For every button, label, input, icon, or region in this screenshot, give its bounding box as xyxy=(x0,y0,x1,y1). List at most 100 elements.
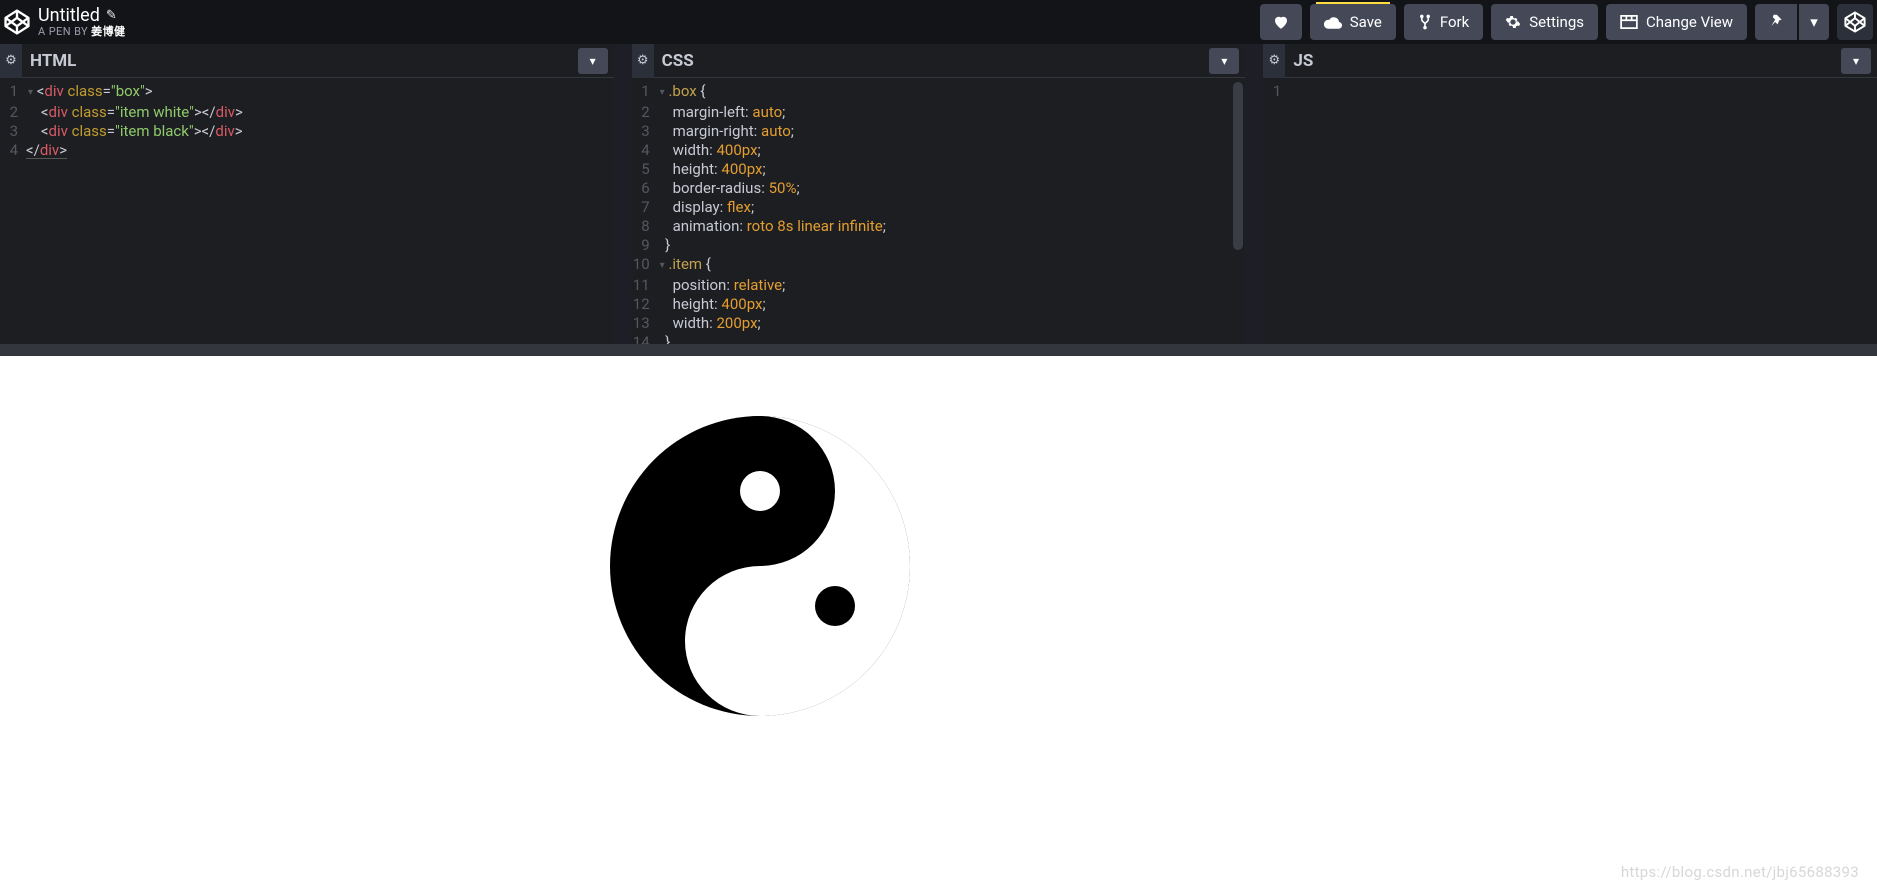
code-line[interactable]: 1 xyxy=(1263,82,1877,101)
edit-title-icon[interactable]: ✎ xyxy=(106,9,117,23)
code-line[interactable]: 8 animation: roto 8s linear infinite; xyxy=(632,217,1246,236)
line-number: 9 xyxy=(632,236,658,255)
change-view-button[interactable]: Change View xyxy=(1606,4,1747,40)
editor-row: ⚙ HTML ▾ 1▾ <div class="box">2 <div clas… xyxy=(0,44,1877,344)
code-line[interactable]: 1▾ .box { xyxy=(632,82,1246,103)
panel-html-settings[interactable]: ⚙ xyxy=(0,44,22,78)
scrollbar[interactable] xyxy=(1233,82,1243,340)
scrollbar-thumb[interactable] xyxy=(1233,82,1243,250)
codepen-logo-icon[interactable] xyxy=(0,5,34,39)
fork-label: Fork xyxy=(1440,13,1469,31)
line-number: 4 xyxy=(632,141,658,160)
code-line[interactable]: 4</div> xyxy=(0,141,614,160)
code-text[interactable]: position: relative; xyxy=(658,276,786,295)
code-text[interactable]: border-radius: 50%; xyxy=(658,179,800,198)
code-text[interactable]: <div class="item white"></div> xyxy=(26,103,243,122)
user-avatar[interactable] xyxy=(1837,4,1873,40)
pin-button[interactable] xyxy=(1755,4,1797,40)
line-number: 8 xyxy=(632,217,658,236)
code-text[interactable]: animation: roto 8s linear infinite; xyxy=(658,217,886,236)
line-number: 3 xyxy=(0,122,26,141)
pen-byline: A PEN BY 姜博健 xyxy=(38,26,125,38)
code-text[interactable]: ▾ <div class="box"> xyxy=(26,82,153,103)
panel-js-dropdown[interactable]: ▾ xyxy=(1841,48,1871,74)
topbar: Untitled ✎ A PEN BY 姜博健 Save Fork xyxy=(0,0,1877,44)
code-line[interactable]: 10▾ .item { xyxy=(632,255,1246,276)
code-line[interactable]: 4 width: 400px; xyxy=(632,141,1246,160)
gear-icon: ⚙ xyxy=(5,53,17,68)
line-number: 1 xyxy=(0,82,26,103)
chevron-down-icon: ▾ xyxy=(1853,54,1859,68)
code-editor-html[interactable]: 1▾ <div class="box">2 <div class="item w… xyxy=(0,78,614,344)
code-text[interactable]: ▾ .box { xyxy=(658,82,706,103)
code-line[interactable]: 2 margin-left: auto; xyxy=(632,103,1246,122)
save-label: Save xyxy=(1350,13,1382,31)
byline-prefix: A PEN BY xyxy=(38,25,91,38)
code-line[interactable]: 2 <div class="item white"></div> xyxy=(0,103,614,122)
line-number: 12 xyxy=(632,295,658,314)
line-number: 2 xyxy=(632,103,658,122)
panel-css-dropdown[interactable]: ▾ xyxy=(1209,48,1239,74)
author-name[interactable]: 姜博健 xyxy=(91,25,125,38)
panel-css: ⚙ CSS ▾ 1▾ .box {2 margin-left: auto;3 m… xyxy=(632,44,1246,344)
line-number: 14 xyxy=(632,333,658,344)
panel-css-settings[interactable]: ⚙ xyxy=(632,44,654,78)
code-line[interactable]: 14 } xyxy=(632,333,1246,344)
code-text[interactable]: height: 400px; xyxy=(658,160,766,179)
watermark: https://blog.csdn.net/jbj65688393 xyxy=(1621,863,1859,881)
code-line[interactable]: 7 display: flex; xyxy=(632,198,1246,217)
fork-icon xyxy=(1418,14,1432,30)
fork-button[interactable]: Fork xyxy=(1404,4,1483,40)
panel-js: ⚙ JS ▾ 1 xyxy=(1263,44,1877,344)
cloud-icon xyxy=(1324,15,1342,29)
chevron-down-icon: ▾ xyxy=(590,54,596,68)
panel-html-dropdown[interactable]: ▾ xyxy=(578,48,608,74)
code-line[interactable]: 11 position: relative; xyxy=(632,276,1246,295)
love-button[interactable] xyxy=(1260,4,1302,40)
code-text[interactable]: </div> xyxy=(26,141,67,160)
panel-js-title: JS xyxy=(1285,51,1841,71)
code-text[interactable]: margin-left: auto; xyxy=(658,103,786,122)
code-line[interactable]: 3 <div class="item black"></div> xyxy=(0,122,614,141)
panel-html: ⚙ HTML ▾ 1▾ <div class="box">2 <div clas… xyxy=(0,44,614,344)
panel-js-settings[interactable]: ⚙ xyxy=(1263,44,1285,78)
chevron-down-icon: ▾ xyxy=(1221,54,1227,68)
panel-js-header: ⚙ JS ▾ xyxy=(1263,44,1877,78)
code-line[interactable]: 3 margin-right: auto; xyxy=(632,122,1246,141)
line-number: 13 xyxy=(632,314,658,333)
code-line[interactable]: 13 width: 200px; xyxy=(632,314,1246,333)
code-text[interactable]: ▾ .item { xyxy=(658,255,711,276)
line-number: 1 xyxy=(1263,82,1289,101)
layout-icon xyxy=(1620,15,1638,29)
line-number: 3 xyxy=(632,122,658,141)
gear-icon: ⚙ xyxy=(637,53,649,68)
resize-handle[interactable] xyxy=(0,344,1877,356)
pen-title[interactable]: Untitled xyxy=(38,6,100,26)
change-view-label: Change View xyxy=(1646,13,1733,31)
pin-button-group: ▾ xyxy=(1755,4,1829,40)
code-text[interactable]: height: 400px; xyxy=(658,295,766,314)
line-number: 7 xyxy=(632,198,658,217)
yin-yang-graphic xyxy=(610,416,910,716)
code-editor-css[interactable]: 1▾ .box {2 margin-left: auto;3 margin-ri… xyxy=(632,78,1246,344)
code-line[interactable]: 6 border-radius: 50%; xyxy=(632,179,1246,198)
code-text[interactable]: } xyxy=(658,333,671,344)
pin-dropdown[interactable]: ▾ xyxy=(1799,4,1829,40)
pin-icon xyxy=(1769,14,1783,30)
code-editor-js[interactable]: 1 xyxy=(1263,78,1877,344)
code-text[interactable]: } xyxy=(658,236,671,255)
save-button[interactable]: Save xyxy=(1310,4,1396,40)
preview-pane: https://blog.csdn.net/jbj65688393 xyxy=(0,356,1877,889)
code-text[interactable]: width: 400px; xyxy=(658,141,761,160)
code-line[interactable]: 9 } xyxy=(632,236,1246,255)
panel-html-title: HTML xyxy=(22,51,578,71)
code-line[interactable]: 5 height: 400px; xyxy=(632,160,1246,179)
topbar-left: Untitled ✎ A PEN BY 姜博健 xyxy=(0,5,125,39)
code-text[interactable]: margin-right: auto; xyxy=(658,122,794,141)
code-line[interactable]: 12 height: 400px; xyxy=(632,295,1246,314)
code-text[interactable]: <div class="item black"></div> xyxy=(26,122,243,141)
code-text[interactable]: width: 200px; xyxy=(658,314,761,333)
code-line[interactable]: 1▾ <div class="box"> xyxy=(0,82,614,103)
settings-button[interactable]: Settings xyxy=(1491,4,1598,40)
code-text[interactable]: display: flex; xyxy=(658,198,754,217)
